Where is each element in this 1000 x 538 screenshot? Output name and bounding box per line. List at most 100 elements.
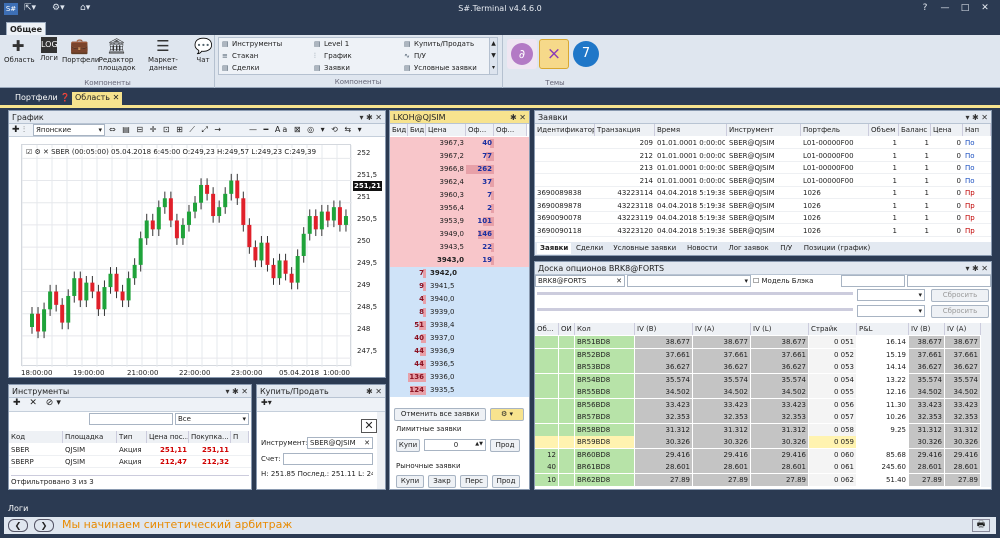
line-tools-icon[interactable]: — ━ Aa ⊠ ◎ ▾ ⟲ ⇆ ▾ [249, 125, 364, 134]
logs-button[interactable]: LOG Логи [36, 37, 62, 62]
candle[interactable] [217, 207, 222, 217]
ask-row[interactable]: 3962,4 37 [390, 176, 529, 189]
orderbook-col-header[interactable]: Бид... [390, 124, 408, 136]
option-row[interactable]: BR56BD8 33.423 33.423 33.423 0 056 11.30 33.42… [535, 398, 981, 411]
bid-row[interactable]: 4 3940,0 [390, 293, 529, 306]
chat-button[interactable]: 💬 Чат [192, 37, 214, 64]
gallery-trades[interactable]: ▤ Сделки [222, 63, 259, 74]
date-input-2[interactable]: ▾ [857, 305, 925, 317]
ask-row[interactable]: 3943,5 22 [390, 241, 529, 254]
theme-win7-icon[interactable]: 7 [571, 39, 601, 69]
gallery-orders[interactable]: ▤ Заявки [314, 63, 350, 74]
orderbook-col-header[interactable]: Оф... [466, 124, 494, 136]
orders-col-header[interactable]: Объем [869, 124, 899, 136]
candle[interactable] [325, 211, 330, 221]
gallery-scroll[interactable]: ▲ ▼ ▾ [489, 38, 497, 74]
gallery-buysell[interactable]: ▤ Купить/Продать [404, 39, 474, 50]
bid-row[interactable]: 44 3936,5 [390, 358, 529, 371]
panel-controls[interactable]: ▾ ✱ ✕ [965, 111, 988, 124]
print-icon[interactable]: 🖶 [972, 519, 990, 532]
orders-col-header[interactable]: Цена [931, 124, 963, 136]
orders-row[interactable]: 209 01.01.0001 0:00:00 SBER@QJSIM L01-00000… [535, 137, 991, 149]
orders-col-header[interactable]: Портфель [801, 124, 869, 136]
orders-row[interactable]: 3690090078 43223119 04.04.2018 5:19:38 SBER… [535, 212, 991, 224]
candle[interactable] [84, 282, 89, 301]
orders-row[interactable]: 3690090118 43223120 04.04.2018 5:19:38 SBER… [535, 225, 991, 237]
market-buy-button[interactable]: Купи [396, 475, 424, 488]
candle[interactable] [331, 207, 336, 221]
close-icon[interactable]: ✕ [361, 419, 377, 433]
candle[interactable] [132, 264, 137, 279]
candle[interactable] [307, 216, 312, 234]
board-editor-button[interactable]: 🏛 Редактор площадок [98, 37, 136, 72]
candle[interactable] [54, 291, 59, 305]
candle[interactable] [60, 304, 65, 323]
market-sell-button[interactable]: Прод [492, 475, 520, 488]
close-icon[interactable]: ✕ [364, 438, 370, 448]
orders-tab[interactable]: Лог заявок [723, 243, 775, 254]
chart-plot[interactable]: ☑ ⚙ ✕ SBER (00:05:00) 05.04.2018 6:45:00… [21, 144, 353, 367]
slider-track[interactable] [537, 292, 853, 295]
orders-col-header[interactable]: Инструмент [727, 124, 801, 136]
ask-row[interactable]: 3967,2 77 [390, 150, 529, 163]
model-input[interactable] [841, 275, 905, 287]
orders-col-header[interactable]: Нап [963, 124, 991, 136]
prev-icon[interactable]: ❮ [8, 519, 28, 532]
bid-row[interactable]: 136 3936,0 [390, 371, 529, 384]
market-reverse-button[interactable]: Перс [460, 475, 488, 488]
candle[interactable] [271, 264, 276, 279]
ask-row[interactable]: 3956,4 2 [390, 202, 529, 215]
candle[interactable] [48, 291, 53, 310]
spin-icon[interactable]: ▲▼ [475, 439, 483, 449]
orders-tab[interactable]: Позиции (график) [798, 243, 876, 254]
close-icon[interactable]: ✕ [113, 93, 120, 102]
instrument-search-input[interactable] [89, 413, 173, 425]
instrument-row[interactable]: SBERP QJSIM Акция 212,47 212,32 [9, 456, 251, 468]
candle[interactable] [126, 278, 131, 301]
instruments-col-header[interactable]: Покупка... [189, 431, 231, 443]
instruments-col-header[interactable]: Тип [117, 431, 147, 443]
limit-buy-button[interactable]: Купи [396, 439, 420, 452]
drawing-tools-icon[interactable]: ⇔ ▤ ⊟ ✛ ⊡ ⊞ ⟋ ⤢ → [109, 125, 223, 135]
maximize-button[interactable]: □ [958, 3, 972, 15]
orders-tab[interactable]: Заявки [537, 243, 572, 254]
theme-vs-icon[interactable]: ∂ [507, 39, 537, 69]
candle[interactable] [150, 220, 155, 230]
settings-button[interactable]: ⚙ ▾ [490, 408, 524, 421]
candle[interactable] [174, 220, 179, 239]
bid-row[interactable]: 8 3939,0 [390, 306, 529, 319]
option-row[interactable]: BR51BD8 38.677 38.677 38.677 0 051 16.14 38.67… [535, 336, 981, 348]
limit-qty-input[interactable]: 0 ▲▼ [424, 439, 486, 451]
market-close-button[interactable]: Закр [428, 475, 456, 488]
candle[interactable] [90, 282, 95, 292]
panel-controls[interactable]: ✱ ✕ [510, 111, 526, 124]
option-col-header[interactable]: Кол [575, 323, 635, 335]
date-input[interactable]: ▾ [857, 289, 925, 301]
next-icon[interactable]: ❯ [34, 519, 54, 532]
option-col-header[interactable]: P&L [857, 323, 909, 335]
option-col-header[interactable]: IV (L) [751, 323, 809, 335]
model-input-2[interactable] [907, 275, 991, 287]
candle[interactable] [108, 273, 113, 288]
tab-area[interactable]: Область ✕ [72, 92, 123, 105]
limit-sell-button[interactable]: Прод [490, 439, 520, 452]
ask-row[interactable]: 3967,3 40 [390, 137, 529, 150]
gallery-orderbook[interactable]: ≡ Стакан [222, 51, 258, 62]
candle[interactable] [78, 278, 83, 301]
bid-row[interactable]: 7 3942,0 [390, 267, 529, 280]
candle[interactable] [120, 291, 125, 301]
candle[interactable] [283, 260, 288, 274]
orders-col-header[interactable]: Время [655, 124, 727, 136]
orders-row[interactable]: 212 01.01.0001 0:00:00 SBER@QJSIM L01-00000… [535, 150, 991, 162]
ask-row[interactable]: 3943,0 19 [390, 254, 529, 267]
instrument-field[interactable]: SBER@QJSIM ✕ [307, 437, 373, 449]
orders-tab[interactable]: П/У [776, 243, 797, 254]
slider-track-2[interactable] [537, 308, 853, 311]
minimize-button[interactable]: — [938, 3, 952, 15]
option-security-select[interactable]: BRK8@FORTS ✕ [535, 275, 625, 287]
candle[interactable] [235, 180, 240, 199]
candle[interactable] [241, 198, 246, 225]
option-row[interactable]: BR59BD8 30.326 30.326 30.326 0 059 30.326 30.3… [535, 436, 981, 448]
candle[interactable] [229, 180, 234, 194]
candle[interactable] [42, 309, 47, 332]
